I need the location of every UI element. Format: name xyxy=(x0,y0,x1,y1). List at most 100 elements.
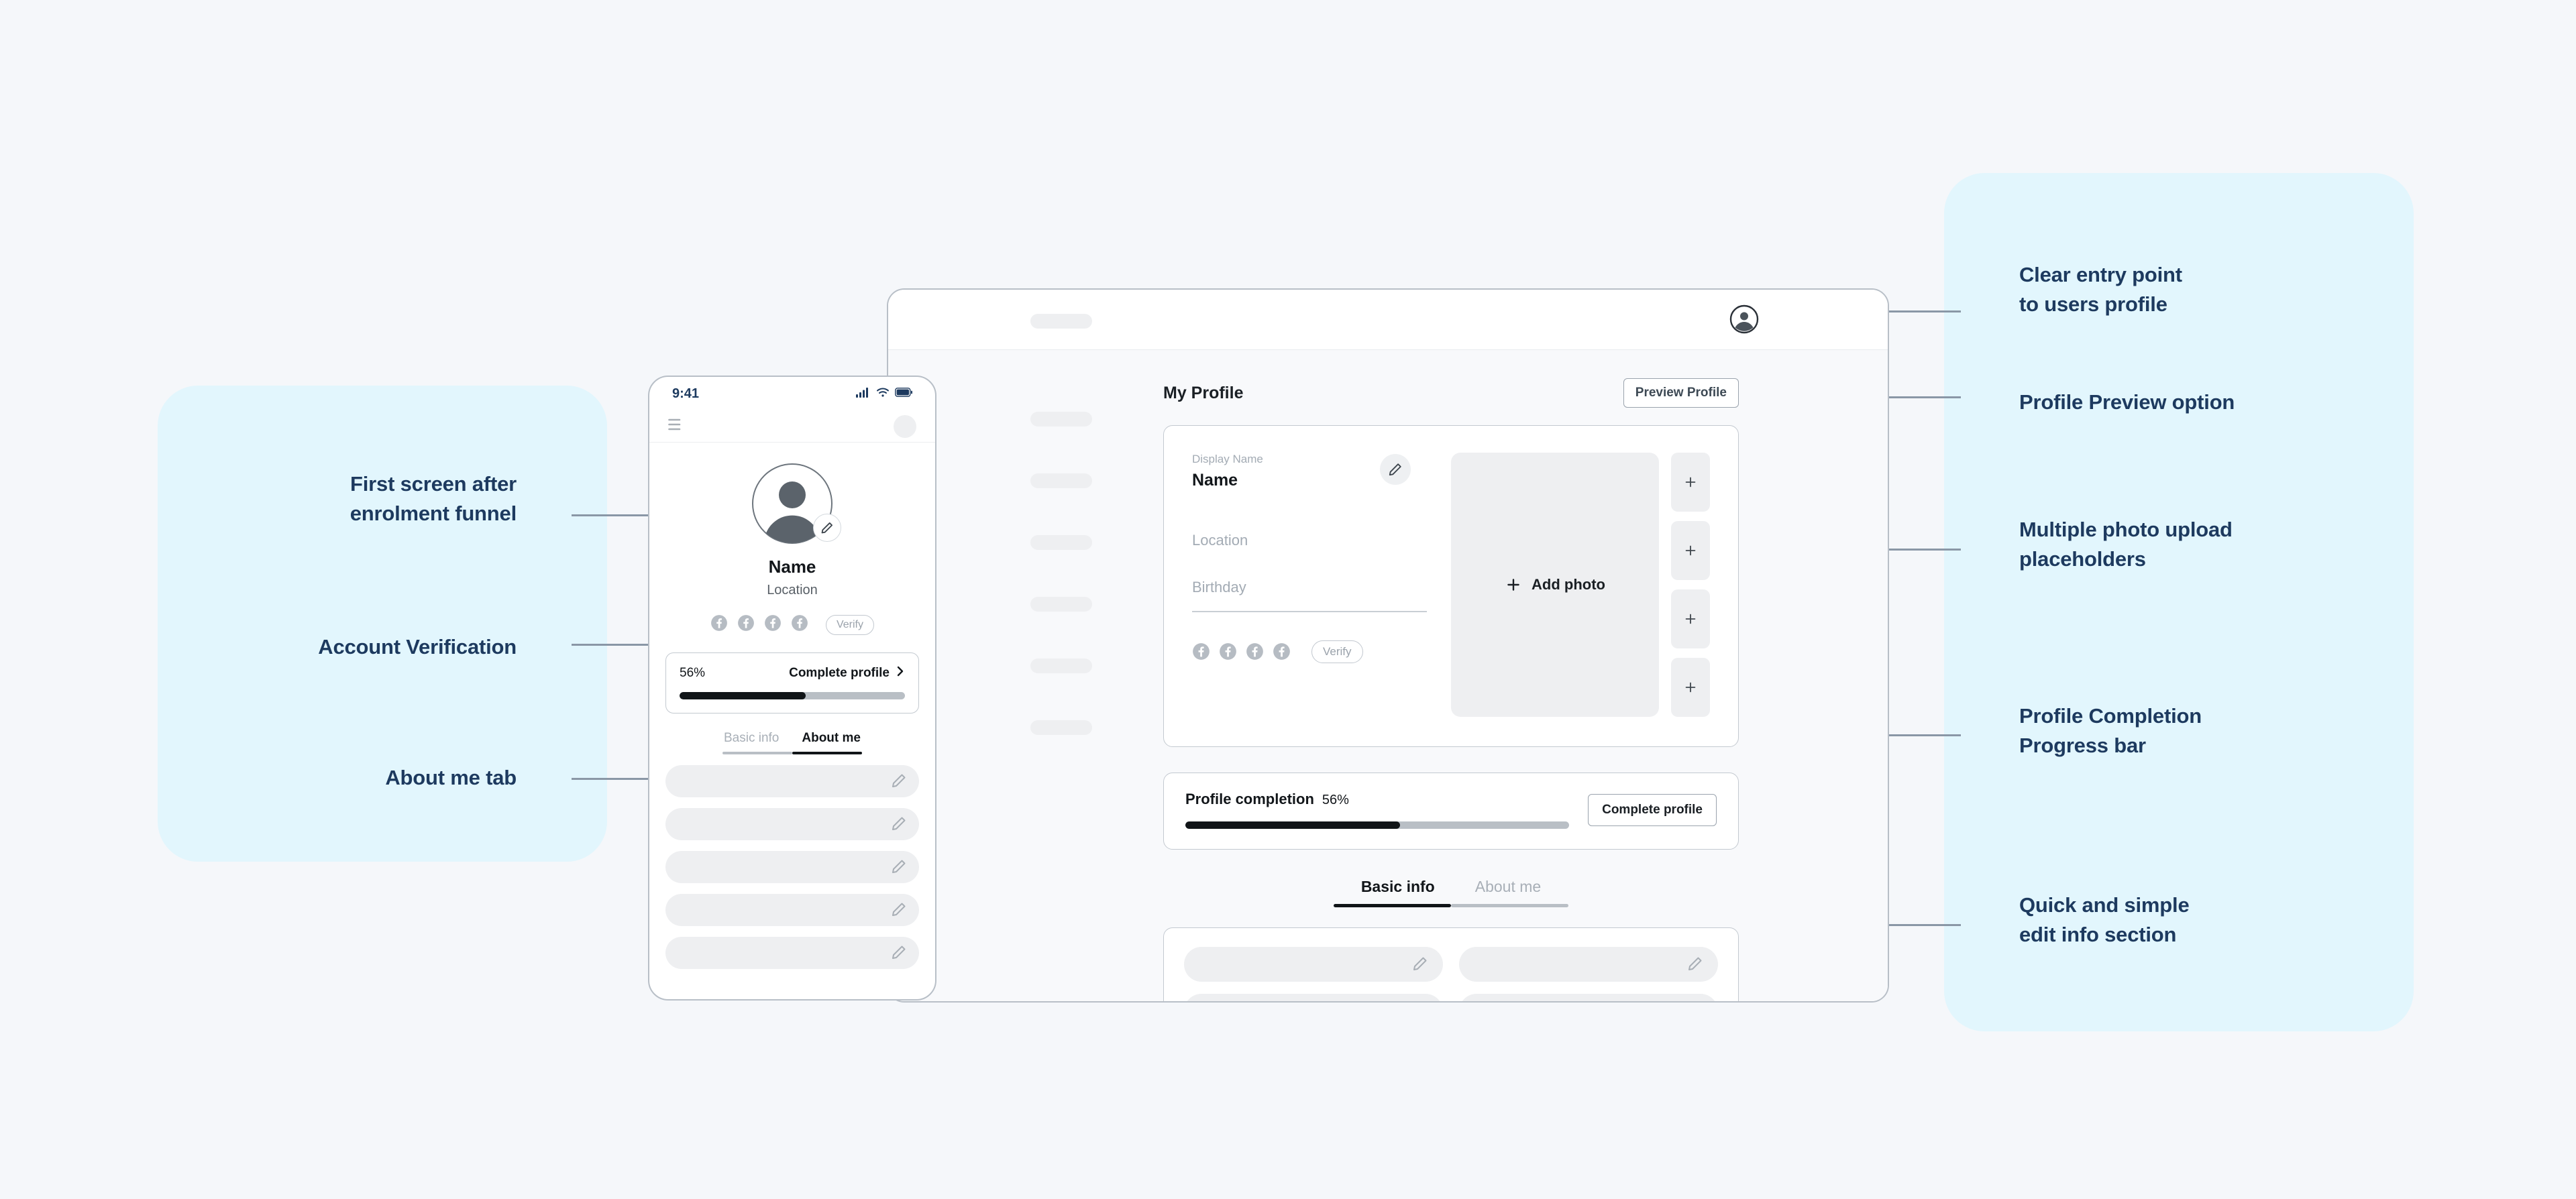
chevron-right-icon xyxy=(896,665,905,681)
verify-badge[interactable]: Verify xyxy=(1311,640,1363,663)
photo-slot[interactable] xyxy=(1671,521,1710,580)
sidebar-item-placeholder[interactable] xyxy=(1030,535,1092,550)
edit-avatar-button[interactable] xyxy=(813,514,841,542)
tab-underline-inactive xyxy=(1451,904,1568,907)
info-field-row[interactable] xyxy=(1184,994,1443,1001)
complete-profile-label: Complete profile xyxy=(789,666,890,680)
profile-completion-title: Profile completion xyxy=(1185,791,1314,807)
avatar-placeholder[interactable] xyxy=(894,414,916,438)
pencil-icon xyxy=(1412,956,1428,972)
desktop-main-content: My Profile Preview Profile Display Name … xyxy=(1163,350,1888,1001)
profile-completion-percent: 56% xyxy=(1322,793,1349,807)
preview-profile-button[interactable]: Preview Profile xyxy=(1623,378,1739,408)
sidebar-item-placeholder[interactable] xyxy=(1030,412,1092,426)
plus-icon xyxy=(1683,475,1698,490)
facebook-icon[interactable] xyxy=(1219,642,1237,661)
profile-completion-progress: Profile completion 56% xyxy=(1185,791,1570,829)
phone-mockup: 9:41 Name Location Verify 56% Complete p… xyxy=(648,376,936,1001)
facebook-icon[interactable] xyxy=(791,614,808,635)
info-field-row[interactable] xyxy=(1459,947,1718,982)
desktop-body: My Profile Preview Profile Display Name … xyxy=(888,350,1888,1001)
tab-about-me[interactable]: About me xyxy=(802,731,861,752)
pencil-icon xyxy=(820,521,834,534)
facebook-icon[interactable] xyxy=(710,614,728,635)
progress-bar-track xyxy=(680,692,905,699)
verify-badge[interactable]: Verify xyxy=(825,614,874,635)
photo-slot-list xyxy=(1671,453,1710,717)
annotation-quick-edit: Quick and simple edit info section xyxy=(2019,893,2190,947)
photo-upload-area: Add photo xyxy=(1451,453,1710,717)
photo-slot[interactable] xyxy=(1671,589,1710,648)
profile-location: Location xyxy=(767,583,818,597)
pencil-icon xyxy=(891,773,907,789)
sidebar-item-placeholder[interactable] xyxy=(1030,659,1092,673)
list-item[interactable] xyxy=(665,808,919,840)
tab-underline-inactive xyxy=(722,752,792,754)
battery-icon xyxy=(895,387,912,400)
user-avatar-icon[interactable] xyxy=(1729,304,1759,334)
plus-icon xyxy=(1683,680,1698,695)
birthday-field[interactable]: Birthday xyxy=(1192,579,1427,596)
tab-about-me[interactable]: About me xyxy=(1475,878,1541,904)
plus-icon xyxy=(1683,612,1698,626)
desktop-window-mockup: My Profile Preview Profile Display Name … xyxy=(887,288,1889,1003)
page-title: My Profile xyxy=(1163,383,1244,402)
plus-icon xyxy=(1505,576,1522,593)
pencil-icon xyxy=(891,901,907,917)
complete-profile-button[interactable]: Complete profile xyxy=(1588,793,1717,826)
list-item[interactable] xyxy=(665,894,919,926)
phone-status-bar: 9:41 xyxy=(649,377,935,410)
sidebar-item-placeholder[interactable] xyxy=(1030,473,1092,488)
info-field-row[interactable] xyxy=(1184,947,1443,982)
annotation-clear-entry-point: Clear entry point to users profile xyxy=(2019,263,2182,317)
status-bar-time: 9:41 xyxy=(672,386,700,401)
profile-avatar xyxy=(751,463,841,545)
canvas: First screen after enrolment funnel Acco… xyxy=(0,0,2576,1199)
info-field-grid xyxy=(1184,947,1718,1001)
pencil-icon xyxy=(891,815,907,832)
progress-bar-fill xyxy=(680,692,806,699)
tab-underline-active xyxy=(1334,904,1451,907)
profile-fields-column: Display Name Name Location Birthday Veri… xyxy=(1192,453,1427,717)
list-item[interactable] xyxy=(665,765,919,797)
tab-basic-info[interactable]: Basic info xyxy=(1361,878,1435,904)
add-photo-button[interactable]: Add photo xyxy=(1451,453,1659,717)
sidebar-item-placeholder[interactable] xyxy=(1030,720,1092,735)
phone-app-header xyxy=(649,410,935,443)
photo-slot[interactable] xyxy=(1671,658,1710,717)
sidebar-item-placeholder[interactable] xyxy=(1030,597,1092,612)
desktop-page-header: My Profile Preview Profile xyxy=(1163,378,1739,408)
profile-completion-card: Profile completion 56% Complete profile xyxy=(1163,773,1739,850)
phone-completion-card[interactable]: 56% Complete profile xyxy=(665,652,919,713)
annotation-profile-completion: Profile Completion Progress bar xyxy=(2019,704,2202,758)
complete-profile-link[interactable]: Complete profile xyxy=(789,665,905,681)
photo-slot[interactable] xyxy=(1671,453,1710,512)
info-field-row[interactable] xyxy=(1459,994,1718,1001)
annotation-first-screen: First screen after enrolment funnel xyxy=(350,472,517,526)
desktop-topbar xyxy=(888,290,1888,350)
completion-percent: 56% xyxy=(680,666,706,680)
facebook-icon[interactable] xyxy=(1273,642,1291,661)
tab-basic-info[interactable]: Basic info xyxy=(724,731,779,752)
signal-icon xyxy=(856,387,871,401)
facebook-icon[interactable] xyxy=(1246,642,1264,661)
desktop-logo-placeholder xyxy=(1030,314,1092,329)
list-item[interactable] xyxy=(665,851,919,883)
annotation-about-me-tab: About me tab xyxy=(385,766,517,789)
pencil-icon xyxy=(891,858,907,874)
tab-underline-active xyxy=(792,752,862,754)
facebook-icon[interactable] xyxy=(737,614,755,635)
hamburger-menu-icon[interactable] xyxy=(668,418,686,434)
list-item[interactable] xyxy=(665,937,919,969)
field-divider xyxy=(1192,611,1427,612)
progress-bar-fill xyxy=(1185,821,1401,829)
edit-info-card xyxy=(1163,927,1739,1001)
plus-icon xyxy=(1683,543,1698,558)
pencil-icon xyxy=(891,944,907,960)
facebook-icon[interactable] xyxy=(764,614,782,635)
phone-tabs: Basic info About me xyxy=(649,731,935,754)
facebook-icon[interactable] xyxy=(1192,642,1210,661)
pencil-icon xyxy=(1687,956,1703,972)
location-field[interactable]: Location xyxy=(1192,532,1427,549)
edit-display-name-button[interactable] xyxy=(1380,454,1411,485)
